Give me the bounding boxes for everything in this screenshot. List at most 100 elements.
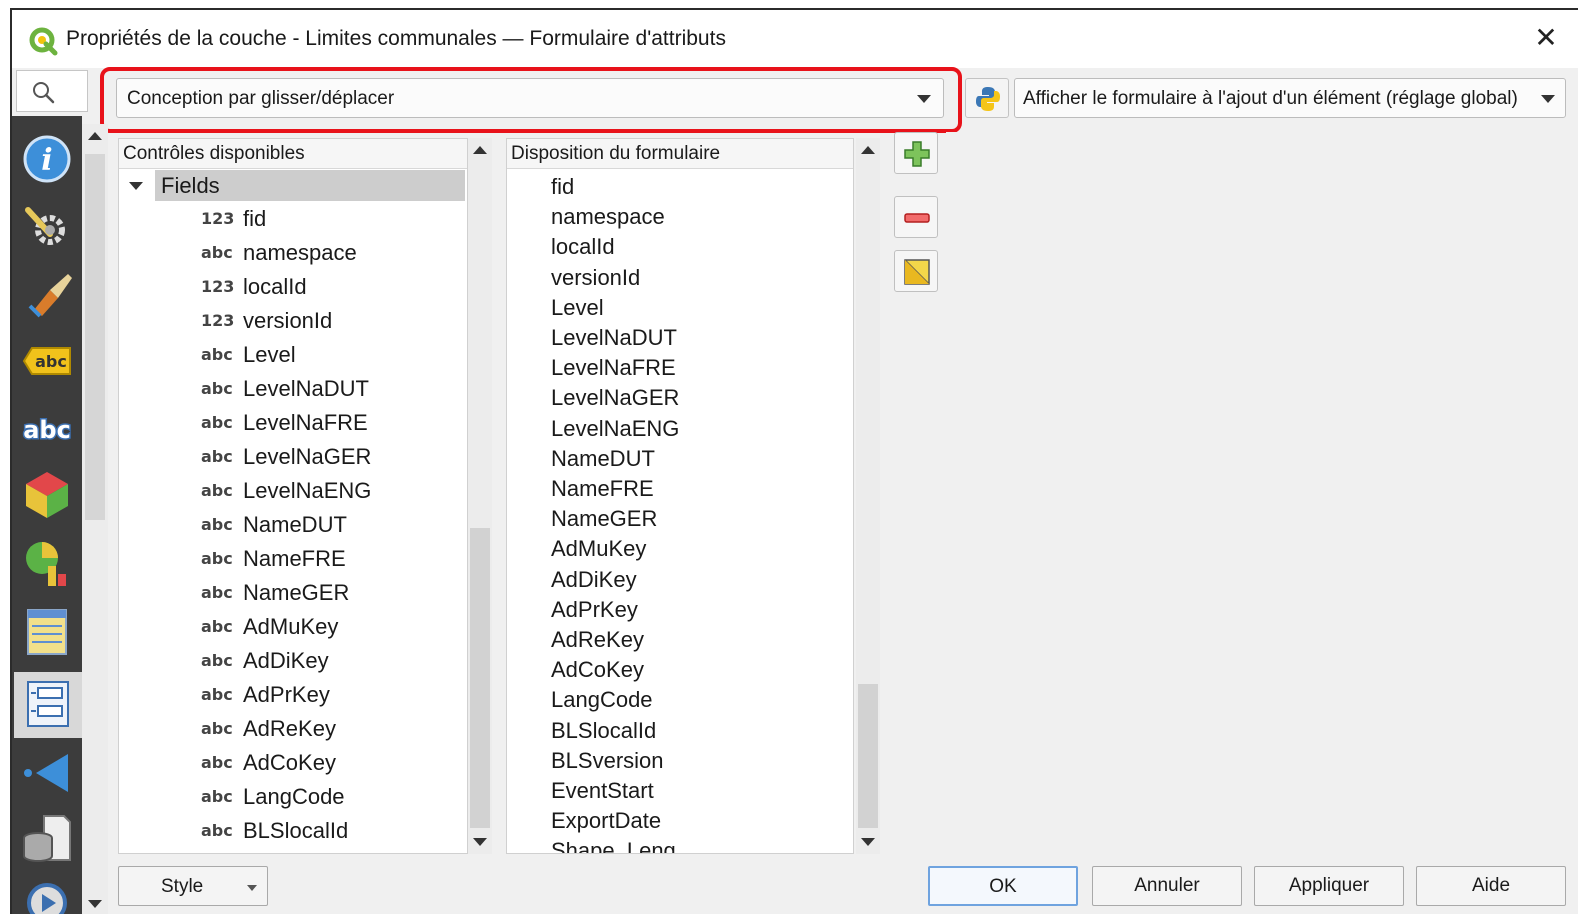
field-name: LevelNaDUT (243, 376, 369, 401)
layout-field-item[interactable]: versionId (551, 265, 640, 295)
remove-item-button[interactable] (894, 196, 938, 238)
field-name: namespace (243, 240, 357, 265)
available-controls-tree: Fields 123 fid abc namespace 123 localId 123 ve… (119, 170, 467, 853)
search-input[interactable] (16, 70, 88, 112)
diagrams-icon[interactable] (20, 536, 74, 590)
tree-root-label: Fields (161, 173, 220, 198)
labels-icon[interactable]: abc (20, 334, 74, 388)
properties-sidebar: i abc abc (12, 116, 82, 914)
layout-field-item[interactable]: NameFRE (551, 476, 654, 506)
field-name: LangCode (243, 784, 345, 809)
field-name: Level (243, 342, 296, 367)
text-field-icon: abc (201, 413, 233, 432)
svg-text:abc: abc (23, 416, 71, 444)
numeric-field-icon: 123 (201, 209, 235, 228)
text-field-icon: abc (201, 243, 233, 262)
layout-field-item[interactable]: BLSlocalId (551, 718, 656, 748)
text-field-icon: abc (201, 583, 233, 602)
field-name: localId (243, 274, 307, 299)
layout-field-item[interactable]: ExportDate (551, 808, 661, 838)
display-form-select[interactable]: Afficher le formulaire à l'ajout d'un él… (1014, 78, 1566, 118)
layout-field-item[interactable]: namespace (551, 204, 665, 234)
svg-text:i: i (41, 143, 52, 178)
qgis-logo-icon (29, 27, 58, 56)
window-title: Propriétés de la couche - Limites commun… (66, 27, 726, 50)
source-settings-icon[interactable] (20, 200, 74, 254)
field-name: LevelNaGER (243, 444, 372, 469)
collapse-arrow-icon[interactable] (129, 182, 143, 190)
layout-mode-select[interactable]: Conception par glisser/déplacer (116, 78, 944, 118)
layout-field-item[interactable]: AdDiKey (551, 567, 637, 597)
scroll-up-icon[interactable] (473, 146, 487, 154)
available-controls-scrollbar[interactable] (468, 138, 492, 854)
text-field-icon: abc (201, 549, 233, 568)
cancel-button[interactable]: Annuler (1092, 866, 1242, 906)
display-form-value: Afficher le formulaire à l'ajout d'un él… (1023, 88, 1518, 109)
field-name: AdMuKey (243, 614, 339, 639)
numeric-field-icon: 123 (201, 311, 235, 330)
layout-field-item[interactable]: AdPrKey (551, 597, 638, 627)
invert-selection-button[interactable] (894, 250, 938, 292)
auxiliary-storage-icon[interactable] (20, 812, 74, 866)
field-name: LevelNaFRE (243, 410, 368, 435)
field-name: AdReKey (243, 716, 336, 741)
layout-field-item[interactable]: NameGER (551, 506, 657, 536)
help-button[interactable]: Aide (1416, 866, 1566, 906)
scroll-down-icon[interactable] (861, 838, 875, 846)
form-layout-header: Disposition du formulaire (507, 139, 853, 169)
layout-field-item[interactable]: AdMuKey (551, 536, 646, 566)
field-name: NameFRE (243, 546, 346, 571)
scrollbar-thumb[interactable] (858, 684, 878, 828)
attributes-form-icon[interactable] (14, 672, 82, 738)
field-name: LevelNaENG (243, 478, 372, 503)
chevron-down-icon (917, 95, 931, 103)
layout-field-item[interactable]: LevelNaFRE (551, 355, 676, 385)
actions-icon[interactable] (20, 876, 74, 914)
layout-field-item[interactable]: AdCoKey (551, 657, 644, 687)
ok-button[interactable]: OK (928, 866, 1078, 906)
layout-field-item[interactable]: fid (551, 174, 574, 204)
layout-field-item[interactable]: EventStart (551, 778, 654, 808)
layout-field-item[interactable]: LevelNaGER (551, 385, 679, 415)
scroll-up-icon[interactable] (88, 132, 102, 140)
layout-field-item[interactable]: AdReKey (551, 627, 644, 657)
scrollbar-thumb[interactable] (85, 154, 105, 520)
text-field-icon: abc (201, 447, 233, 466)
search-icon (33, 82, 55, 104)
masks-icon[interactable]: abc (20, 402, 74, 456)
layout-field-item[interactable]: localId (551, 234, 615, 264)
text-field-icon: abc (201, 515, 233, 534)
information-icon[interactable]: i (20, 132, 74, 186)
layout-field-item[interactable]: LangCode (551, 687, 653, 717)
tree-root-fields[interactable]: Fields (155, 170, 465, 201)
3d-view-icon[interactable] (20, 468, 74, 522)
close-icon[interactable]: ✕ (1530, 22, 1562, 54)
properties-editor-area (946, 132, 1566, 854)
layout-field-item[interactable]: NameDUT (551, 446, 655, 476)
symbology-icon[interactable] (20, 266, 74, 320)
field-name: AdPrKey (243, 682, 330, 707)
apply-button[interactable]: Appliquer (1254, 866, 1404, 906)
scroll-down-icon[interactable] (473, 838, 487, 846)
fields-icon[interactable] (20, 604, 74, 658)
form-layout-scrollbar[interactable] (856, 138, 880, 854)
python-init-button[interactable] (965, 78, 1009, 118)
scrollbar-thumb[interactable] (470, 528, 490, 828)
layout-field-item[interactable]: LevelNaENG (551, 416, 679, 446)
field-name: AdCoKey (243, 750, 336, 775)
plus-icon (904, 141, 930, 167)
layout-field-item[interactable]: Level (551, 295, 604, 325)
style-menu-button[interactable]: Style (118, 866, 268, 906)
scroll-up-icon[interactable] (861, 146, 875, 154)
text-field-icon: abc (201, 719, 233, 738)
field-name: BLSlocalId (243, 818, 349, 843)
layout-mode-value: Conception par glisser/déplacer (127, 88, 395, 109)
layout-field-item[interactable]: Shape_Leng (551, 838, 676, 853)
layout-field-item[interactable]: BLSversion (551, 748, 664, 778)
field-name: AdDiKey (243, 648, 329, 673)
scroll-down-icon[interactable] (88, 900, 102, 908)
joins-icon[interactable] (20, 746, 74, 800)
layout-field-item[interactable]: LevelNaDUT (551, 325, 677, 355)
sidebar-scrollbar[interactable] (82, 124, 108, 914)
add-container-button[interactable] (894, 132, 938, 174)
